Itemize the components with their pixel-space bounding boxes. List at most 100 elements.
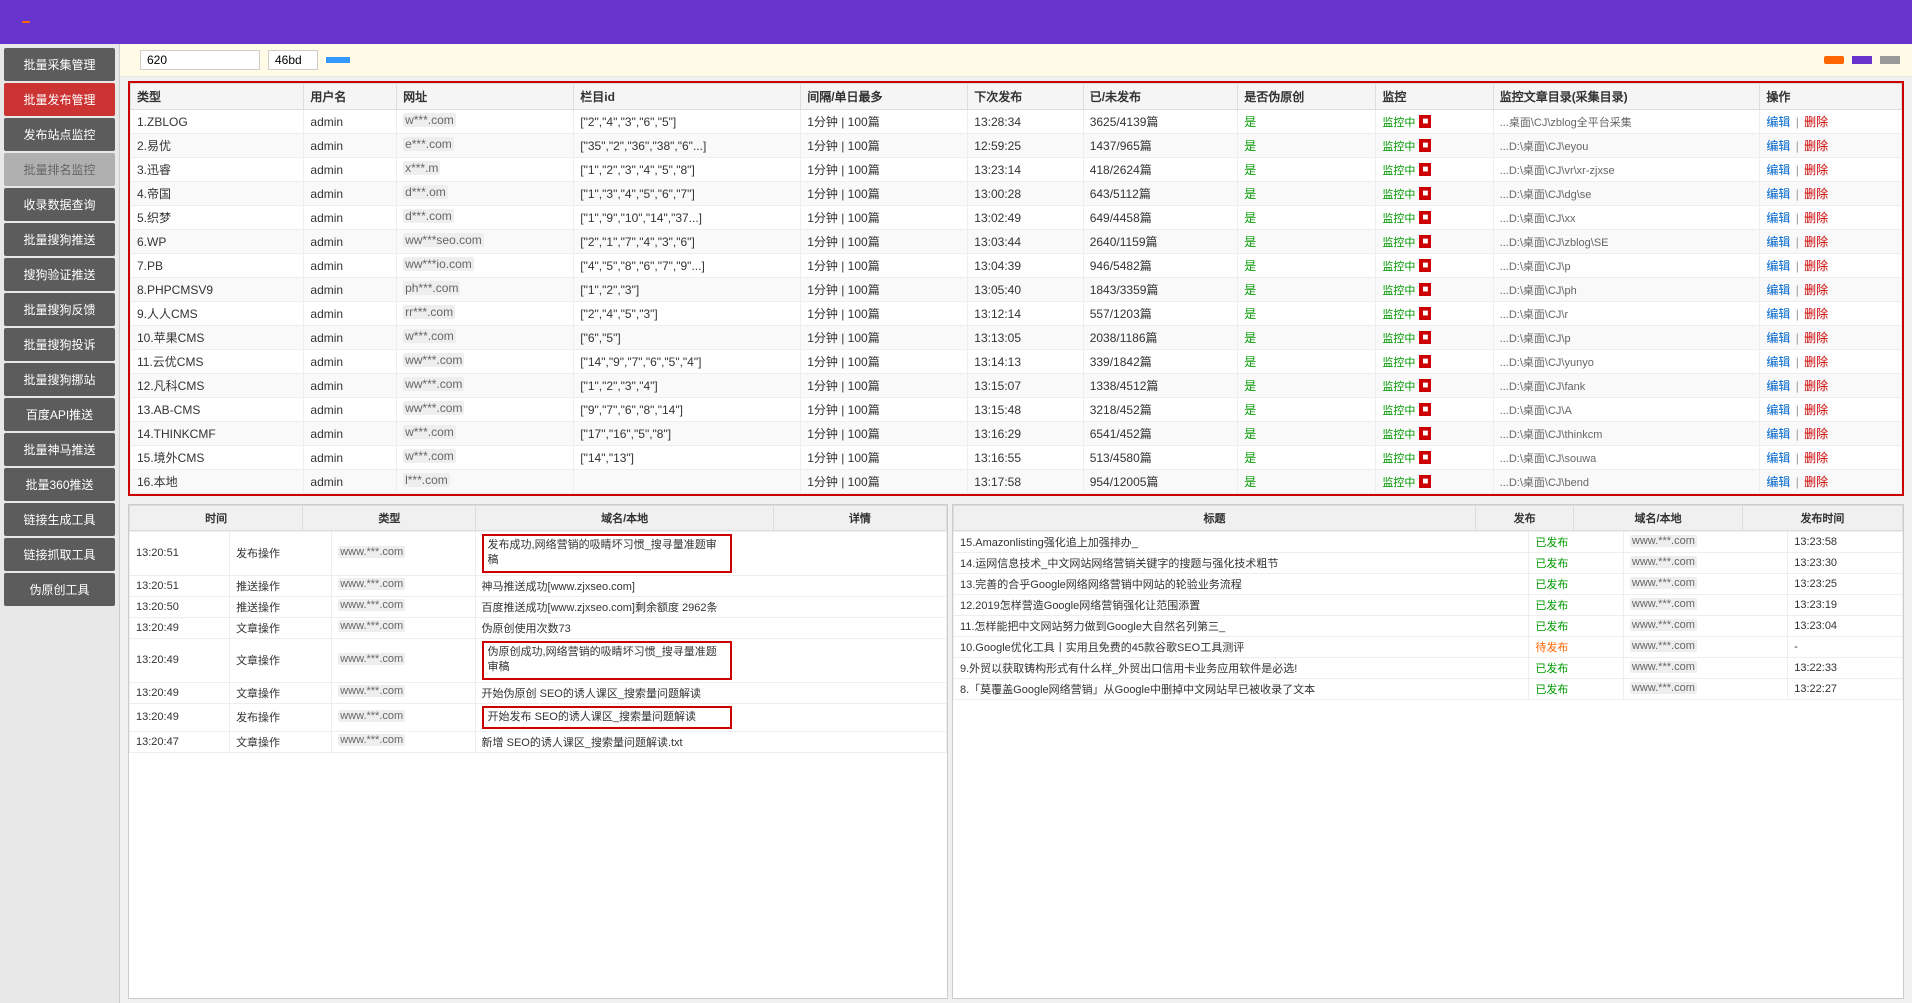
monitor-stop-btn[interactable]: ■ bbox=[1419, 187, 1431, 200]
monitor-stop-btn[interactable]: ■ bbox=[1419, 163, 1431, 176]
cell-user: admin bbox=[304, 422, 397, 446]
monitor-stop-btn[interactable]: ■ bbox=[1419, 403, 1431, 416]
right-time: 13:23:19 bbox=[1788, 595, 1903, 616]
cell-interval: 1分钟 | 100篇 bbox=[801, 350, 968, 374]
sidebar-item-12[interactable]: 批量360推送 bbox=[4, 468, 115, 501]
clear-button[interactable] bbox=[1880, 56, 1900, 64]
table-row: 1.ZBLOG admin w***.com ["2","4","3","6",… bbox=[131, 110, 1902, 134]
pseudo-button[interactable] bbox=[1852, 56, 1872, 64]
edit-link[interactable]: 编辑 bbox=[1766, 427, 1790, 441]
delete-link[interactable]: 删除 bbox=[1804, 379, 1828, 393]
sidebar-item-5[interactable]: 批量搜狗推送 bbox=[4, 223, 115, 256]
sidebar-item-4[interactable]: 收录数据查询 bbox=[4, 188, 115, 221]
cell-action: 编辑 | 删除 bbox=[1760, 422, 1902, 446]
delete-link[interactable]: 删除 bbox=[1804, 187, 1828, 201]
monitor-stop-btn[interactable]: ■ bbox=[1419, 259, 1431, 272]
sidebar-item-10[interactable]: 百度API推送 bbox=[4, 398, 115, 431]
cell-user: admin bbox=[304, 446, 397, 470]
delete-link[interactable]: 删除 bbox=[1804, 163, 1828, 177]
monitor-stop-btn[interactable]: ■ bbox=[1419, 451, 1431, 464]
sidebar-item-11[interactable]: 批量神马推送 bbox=[4, 433, 115, 466]
edit-link[interactable]: 编辑 bbox=[1766, 331, 1790, 345]
delete-link[interactable]: 删除 bbox=[1804, 283, 1828, 297]
token-input[interactable] bbox=[140, 50, 260, 70]
delete-link[interactable]: 删除 bbox=[1804, 355, 1828, 369]
delete-link[interactable]: 删除 bbox=[1804, 307, 1828, 321]
right-scroll[interactable]: 15.Amazonlisting强化追上加强排办_ 已发布 www.***.co… bbox=[953, 531, 1903, 998]
cell-columns bbox=[574, 470, 801, 494]
right-status: 已发布 bbox=[1529, 574, 1624, 595]
cell-action: 编辑 | 删除 bbox=[1760, 230, 1902, 254]
right-title: 14.运网信息技术_中文网站网络营销关键字的搜题与强化技术粗节 bbox=[954, 553, 1529, 574]
monitor-stop-btn[interactable]: ■ bbox=[1419, 307, 1431, 320]
cell-type: 5.织梦 bbox=[131, 206, 304, 230]
sidebar-item-6[interactable]: 搜狗验证推送 bbox=[4, 258, 115, 291]
monitor-stop-btn[interactable]: ■ bbox=[1419, 139, 1431, 152]
save-button[interactable] bbox=[326, 57, 350, 63]
cell-url: ww***io.com bbox=[397, 254, 574, 278]
monitor-stop-btn[interactable]: ■ bbox=[1419, 427, 1431, 440]
sidebar-item-14[interactable]: 链接抓取工具 bbox=[4, 538, 115, 571]
delete-link[interactable]: 删除 bbox=[1804, 259, 1828, 273]
edit-link[interactable]: 编辑 bbox=[1766, 379, 1790, 393]
table-row: 15.境外CMS admin w***.com ["14","13"] 1分钟 … bbox=[131, 446, 1902, 470]
logo bbox=[16, 21, 30, 23]
edit-link[interactable]: 编辑 bbox=[1766, 259, 1790, 273]
delete-link[interactable]: 删除 bbox=[1804, 139, 1828, 153]
edit-link[interactable]: 编辑 bbox=[1766, 187, 1790, 201]
delete-link[interactable]: 删除 bbox=[1804, 211, 1828, 225]
monitor-stop-btn[interactable]: ■ bbox=[1419, 355, 1431, 368]
cell-user: admin bbox=[304, 158, 397, 182]
cell-action: 编辑 | 删除 bbox=[1760, 158, 1902, 182]
sidebar-item-0[interactable]: 批量采集管理 bbox=[4, 48, 115, 81]
edit-link[interactable]: 编辑 bbox=[1766, 355, 1790, 369]
edit-link[interactable]: 编辑 bbox=[1766, 115, 1790, 129]
delete-link[interactable]: 删除 bbox=[1804, 475, 1828, 489]
monitor-stop-btn[interactable]: ■ bbox=[1419, 475, 1431, 488]
sidebar-item-1[interactable]: 批量发布管理 bbox=[4, 83, 115, 116]
col-colid: 栏目id bbox=[574, 84, 801, 110]
sidebar-item-7[interactable]: 批量搜狗反馈 bbox=[4, 293, 115, 326]
sidebar-item-8[interactable]: 批量搜狗投诉 bbox=[4, 328, 115, 361]
right-time: 13:23:04 bbox=[1788, 616, 1903, 637]
delete-link[interactable]: 删除 bbox=[1804, 115, 1828, 129]
cell-next: 13:15:48 bbox=[968, 398, 1083, 422]
edit-link[interactable]: 编辑 bbox=[1766, 211, 1790, 225]
monitor-stop-btn[interactable]: ■ bbox=[1419, 283, 1431, 296]
monitor-stop-btn[interactable]: ■ bbox=[1419, 331, 1431, 344]
cell-monitor: 监控中 ■ bbox=[1376, 182, 1493, 206]
monitor-stop-btn[interactable]: ■ bbox=[1419, 235, 1431, 248]
edit-link[interactable]: 编辑 bbox=[1766, 475, 1790, 489]
cell-type: 13.AB-CMS bbox=[131, 398, 304, 422]
num-input[interactable] bbox=[268, 50, 318, 70]
edit-link[interactable]: 编辑 bbox=[1766, 163, 1790, 177]
delete-link[interactable]: 删除 bbox=[1804, 451, 1828, 465]
right-status: 已发布 bbox=[1529, 679, 1624, 700]
monitor-stop-btn[interactable]: ■ bbox=[1419, 379, 1431, 392]
edit-link[interactable]: 编辑 bbox=[1766, 451, 1790, 465]
sidebar-item-2[interactable]: 发布站点监控 bbox=[4, 118, 115, 151]
log-table-body: 13:20:51 发布操作 www.***.com 发布成功,网络营销的吸睛坏习… bbox=[129, 531, 947, 753]
sidebar-item-13[interactable]: 链接生成工具 bbox=[4, 503, 115, 536]
monitor-stop-btn[interactable]: ■ bbox=[1419, 115, 1431, 128]
edit-link[interactable]: 编辑 bbox=[1766, 139, 1790, 153]
sidebar-item-9[interactable]: 批量搜狗挪站 bbox=[4, 363, 115, 396]
edit-link[interactable]: 编辑 bbox=[1766, 283, 1790, 297]
delete-link[interactable]: 删除 bbox=[1804, 235, 1828, 249]
table-row: 10.苹果CMS admin w***.com ["6","5"] 1分钟 | … bbox=[131, 326, 1902, 350]
log-scroll[interactable]: 13:20:51 发布操作 www.***.com 发布成功,网络营销的吸睛坏习… bbox=[129, 531, 947, 998]
cell-pseudo: 是 bbox=[1238, 254, 1376, 278]
edit-link[interactable]: 编辑 bbox=[1766, 307, 1790, 321]
cell-user: admin bbox=[304, 230, 397, 254]
cell-interval: 1分钟 | 100篇 bbox=[801, 374, 968, 398]
log-domain: www.***.com bbox=[332, 575, 475, 596]
sidebar-item-15[interactable]: 伪原创工具 bbox=[4, 573, 115, 606]
delete-link[interactable]: 删除 bbox=[1804, 331, 1828, 345]
monitor-stop-btn[interactable]: ■ bbox=[1419, 211, 1431, 224]
new-site-button[interactable] bbox=[1824, 56, 1844, 64]
delete-link[interactable]: 删除 bbox=[1804, 427, 1828, 441]
edit-link[interactable]: 编辑 bbox=[1766, 403, 1790, 417]
log-table-header: 时间 类型 域名/本地 详情 bbox=[129, 505, 947, 531]
edit-link[interactable]: 编辑 bbox=[1766, 235, 1790, 249]
delete-link[interactable]: 删除 bbox=[1804, 403, 1828, 417]
